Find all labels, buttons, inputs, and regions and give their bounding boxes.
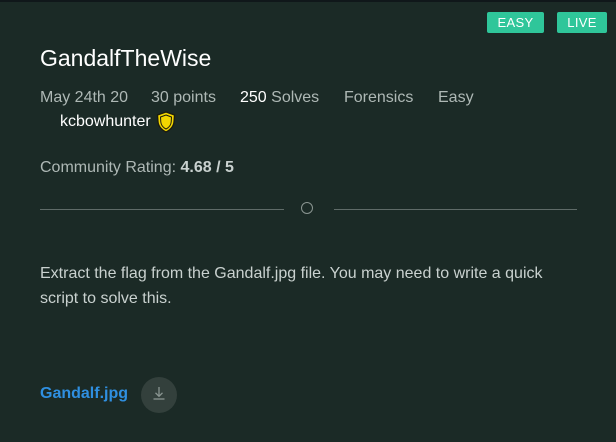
rating-label: Community Rating: bbox=[40, 159, 177, 176]
challenge-description: Extract the flag from the Gandalf.jpg fi… bbox=[40, 265, 543, 307]
divider-left bbox=[40, 209, 284, 210]
rating-value: 4.68 / 5 bbox=[180, 159, 234, 176]
challenge-solves[interactable]: 250 Solves bbox=[240, 89, 319, 107]
status-badge: LIVE bbox=[557, 12, 607, 33]
community-rating: Community Rating: 4.68 / 5 bbox=[40, 159, 234, 177]
solves-label: Solves bbox=[271, 89, 320, 106]
divider-right bbox=[334, 209, 577, 210]
challenge-title: GandalfTheWise bbox=[40, 45, 212, 71]
top-border bbox=[0, 0, 616, 2]
download-icon bbox=[151, 385, 167, 406]
challenge-date: May 24th 20 bbox=[40, 89, 129, 106]
challenge-category: Forensics bbox=[344, 89, 414, 106]
file-download-link[interactable]: Gandalf.jpg bbox=[40, 385, 128, 403]
challenge-author[interactable]: kcbowhunter bbox=[60, 110, 176, 134]
solves-count: 250 bbox=[240, 89, 267, 106]
challenge-difficulty: Easy bbox=[438, 89, 474, 106]
difficulty-badge: EASY bbox=[487, 12, 544, 33]
shield-icon bbox=[156, 111, 176, 133]
divider-circle bbox=[301, 202, 313, 214]
author-name[interactable]: kcbowhunter bbox=[60, 113, 151, 131]
download-button[interactable] bbox=[141, 377, 177, 413]
challenge-points: 30 points bbox=[151, 89, 216, 106]
